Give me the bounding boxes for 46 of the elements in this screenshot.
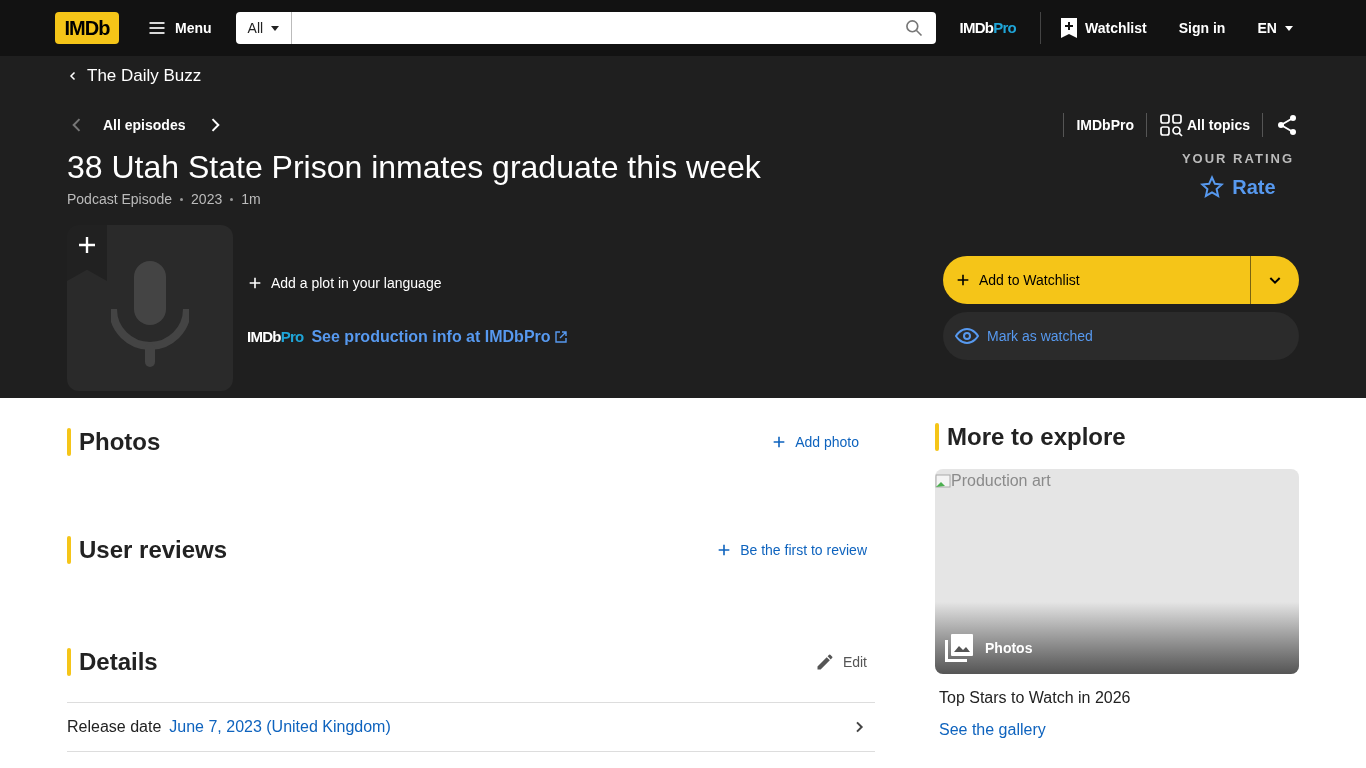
imdbpro-link[interactable]: IMDbPro xyxy=(1064,115,1146,135)
rate-button[interactable]: Rate xyxy=(1200,172,1276,201)
bookmark-plus-icon xyxy=(1061,18,1077,38)
all-episodes-link[interactable]: All episodes xyxy=(103,115,186,135)
broken-image-icon xyxy=(935,473,951,489)
menu-button[interactable]: Menu xyxy=(139,12,220,44)
microphone-icon xyxy=(111,261,189,367)
share-icon[interactable] xyxy=(1275,113,1299,137)
meta-item: 2023 xyxy=(191,190,223,209)
external-link-icon xyxy=(554,331,567,343)
all-topics-link[interactable]: All topics xyxy=(1147,113,1262,137)
grid-icon xyxy=(1159,113,1183,137)
section-title: More to explore xyxy=(947,422,1126,452)
your-rating-label: YOUR RATING xyxy=(1181,150,1294,168)
gallery-card[interactable]: Production art Photos xyxy=(935,469,1299,674)
section-action-link[interactable]: Be the first to review xyxy=(716,540,867,560)
production-info-link[interactable]: See production info at IMDbPro xyxy=(311,325,567,349)
section-action-link[interactable]: Add photo xyxy=(771,432,859,452)
watchlist-button[interactable]: Watchlist xyxy=(1061,18,1147,38)
add-plot-link[interactable]: Add a plot in your language xyxy=(247,273,567,293)
section-title: Photos xyxy=(79,427,161,457)
section-action-link[interactable]: Edit xyxy=(814,652,867,672)
detail-value-link[interactable]: June 7, 2023 (United Kingdom) xyxy=(169,715,391,739)
star-icon xyxy=(1200,174,1225,199)
meta-item: 1m xyxy=(241,190,261,209)
imdbpro-logo: IMDbPro xyxy=(247,326,304,347)
imdb-logo[interactable]: IMDb xyxy=(55,12,119,44)
photo-gallery-icon xyxy=(945,634,973,662)
detail-label: Release date xyxy=(67,717,162,737)
language-dropdown[interactable]: EN xyxy=(1257,18,1293,38)
photos-label: Photos xyxy=(985,639,1033,658)
meta-item: Podcast Episode xyxy=(67,190,173,209)
image-alt-text: Production art xyxy=(951,471,1051,491)
search-category-dropdown[interactable]: All xyxy=(235,12,293,44)
mark-as-watched-button[interactable]: Mark as watched xyxy=(943,312,1299,360)
see-gallery-link[interactable]: See the gallery xyxy=(939,718,1299,742)
search-icon[interactable] xyxy=(903,18,924,38)
plus-icon xyxy=(955,272,971,288)
section-title: Details xyxy=(79,647,158,677)
episode-title: 38 Utah State Prison inmates graduate this week xyxy=(67,148,761,187)
plus-icon xyxy=(247,275,263,291)
section-title: User reviews xyxy=(79,535,228,565)
sign-in-button[interactable]: Sign in xyxy=(1178,18,1226,38)
imdbpro-logo[interactable]: IMDbPro xyxy=(959,16,1016,40)
parent-podcast-link[interactable]: The Daily Buzz xyxy=(67,64,1299,88)
gallery-caption: Top Stars to Watch in 2026 xyxy=(939,688,1132,708)
